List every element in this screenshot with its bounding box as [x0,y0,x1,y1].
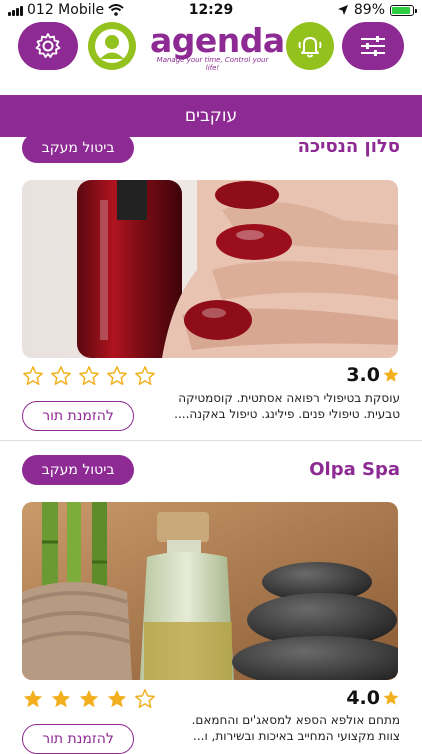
status-right: 89% [337,2,417,18]
rating-number: 4.0 [346,687,380,709]
star-icon[interactable] [106,365,128,387]
bell-icon [298,37,322,58]
filters-button[interactable] [342,22,404,70]
user-icon [95,29,129,63]
star-icon[interactable] [134,365,156,387]
page-title: עוקבים [184,106,238,126]
star-icon[interactable] [22,688,44,710]
description-line: טבעית. טיפולי פנים. פילינג. טיפול באקנה.… [174,407,400,421]
sliders-icon [361,36,385,56]
business-photo[interactable] [22,502,398,680]
spa-stones-image [22,502,398,680]
logo-tagline: Manage your time, Control your life! [156,56,269,72]
location-arrow-icon [337,5,348,15]
business-name[interactable]: Olpa Spa [309,459,400,480]
card-divider [0,440,422,441]
rating-value: 3.0 [346,364,400,386]
business-description: עוסקת בטיפולי רפואה אסתטית. קוסמטיקה טבע… [160,390,400,422]
rating-value: 4.0 [346,687,400,709]
star-icon[interactable] [78,688,100,710]
unfollow-button[interactable]: ביטול מעקב [22,455,134,485]
rating-stars[interactable] [22,688,156,710]
star-icon[interactable] [78,365,100,387]
star-icon [383,367,399,382]
settings-button[interactable] [18,22,78,70]
star-icon[interactable] [134,688,156,710]
star-icon[interactable] [22,365,44,387]
rating-number: 3.0 [346,364,380,386]
description-line: מתחם אולפא הספא למסאג'ים והחמאם. [191,713,400,727]
status-bar: 012 Mobile 12:29 89% [0,0,422,22]
star-icon[interactable] [50,365,72,387]
profile-button[interactable] [88,22,136,70]
page-title-bar: עוקבים [0,95,422,137]
book-appointment-button[interactable]: להזמנת תור [22,401,134,431]
business-name[interactable]: סלון הנסיכה [298,136,400,157]
description-line: צוות מקצועי המחייב באיכות ובשירות, ו... [193,729,400,743]
unfollow-button[interactable]: ביטול מעקב [22,133,134,163]
description-line: עוסקת בטיפולי רפואה אסתטית. קוסמטיקה [178,391,400,405]
notifications-button[interactable] [286,22,334,70]
rating-stars[interactable] [22,365,156,387]
gear-icon [35,33,61,58]
business-description: מתחם אולפא הספא למסאג'ים והחמאם. צוות מק… [160,712,400,744]
star-icon [383,690,399,705]
star-icon[interactable] [106,688,128,710]
business-photo[interactable] [22,180,398,358]
nail-polish-image [22,180,398,358]
battery-icon [390,4,417,16]
battery-percent: 89% [353,2,385,18]
app-logo: agenda Manage your time, Control your li… [150,21,285,73]
star-icon[interactable] [50,688,72,710]
logo-text: agenda [150,21,285,60]
